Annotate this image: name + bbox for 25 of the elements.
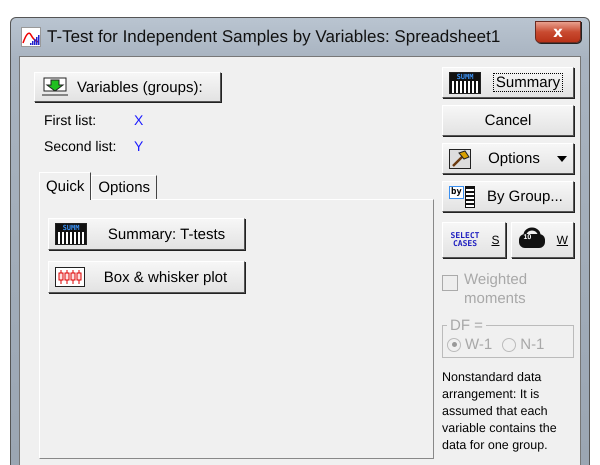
tab[interactable]: Options (91, 175, 158, 199)
variables-button[interactable]: Variables (groups): (34, 72, 221, 102)
box-plot-button[interactable]: Box & whisker plot (48, 261, 245, 293)
radio-label: W-1 (465, 336, 492, 353)
plain-button[interactable]: Cancel (442, 105, 574, 136)
window-title: T-Test for Independent Samples by Variables: Spreadsheet1 (47, 27, 502, 47)
download-arrow-icon (41, 77, 69, 97)
weight-icon (516, 227, 546, 249)
options-button[interactable]: Options (442, 143, 574, 174)
list-label: Second list: (44, 138, 118, 154)
list-value: Y (134, 138, 144, 154)
checkbox-label: Weighted moments (464, 270, 528, 308)
list-value: X (134, 112, 144, 128)
list-label: First list: (44, 112, 98, 128)
info-text: Nonstandard data arrangement: It is assumed that each variable contains the data for one group. (442, 369, 558, 454)
chart-icon (21, 27, 41, 47)
close-button[interactable]: x (535, 21, 581, 43)
hammer-icon (449, 148, 471, 168)
select-cases-button[interactable]: SELECT CASES S (442, 222, 506, 258)
tab[interactable]: Quick (39, 172, 92, 200)
bygroup-button[interactable]: by By Group... (442, 181, 574, 212)
radio-label: N-1 (520, 336, 544, 353)
box-plot-icon (55, 267, 85, 287)
group-title: DF = (449, 317, 484, 334)
dropdown-caret-icon (557, 156, 567, 162)
